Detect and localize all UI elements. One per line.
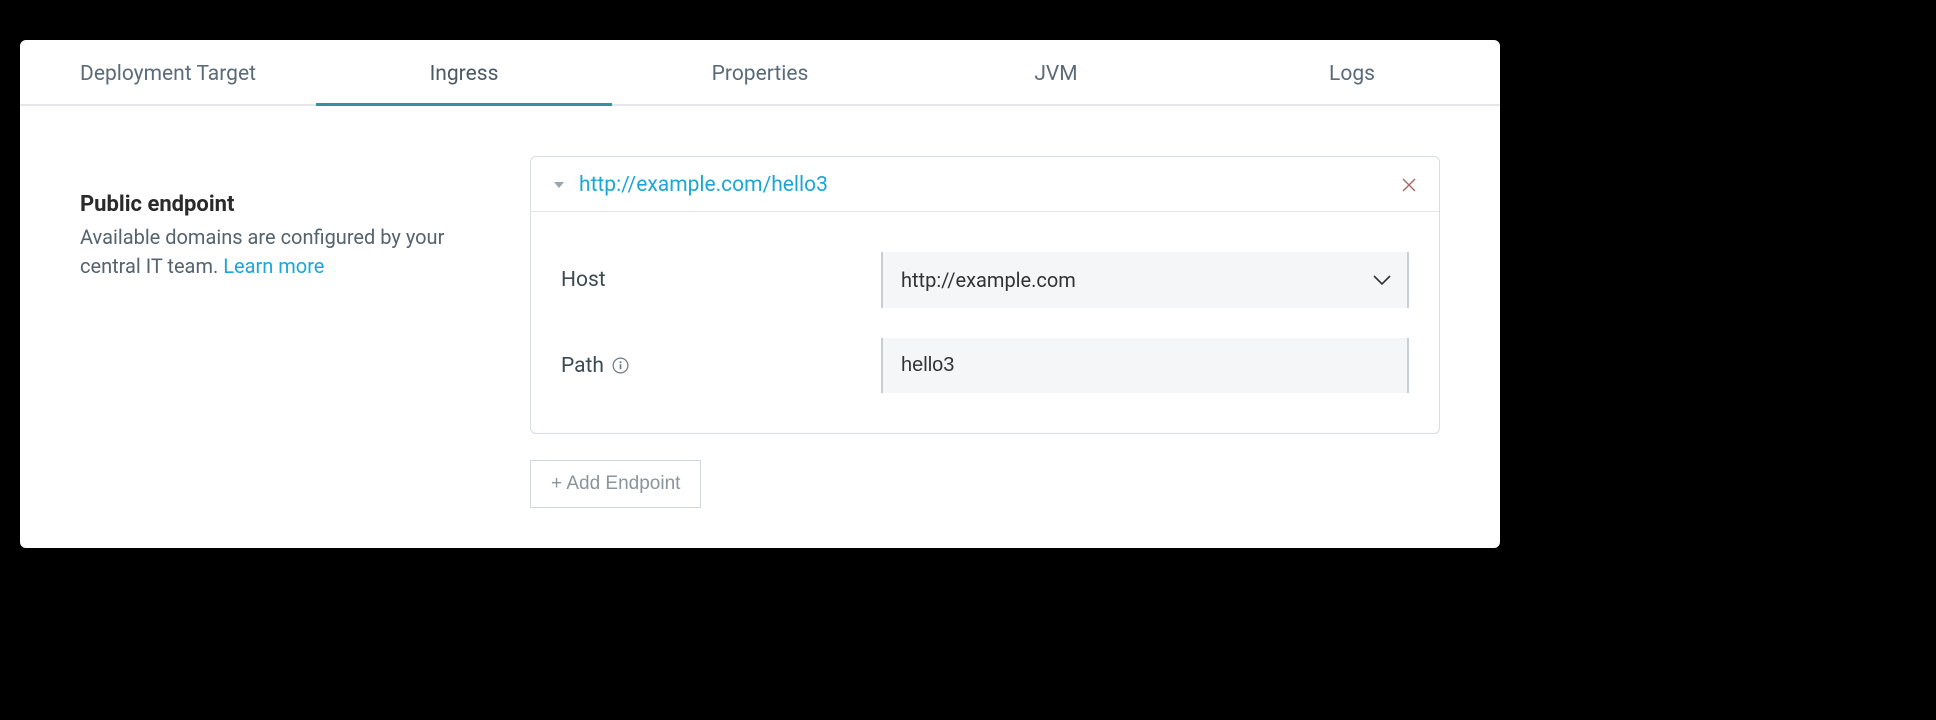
info-icon[interactable]: [612, 357, 629, 374]
host-row: Host http://example.com: [561, 252, 1409, 308]
tab-ingress[interactable]: Ingress: [316, 40, 612, 104]
section-title: Public endpoint: [80, 192, 510, 217]
endpoint-column: http://example.com/hello3 Host http://ex…: [530, 156, 1440, 508]
endpoint-card: http://example.com/hello3 Host http://ex…: [530, 156, 1440, 434]
tab-jvm[interactable]: JVM: [908, 40, 1204, 104]
endpoint-body: Host http://example.com Pat: [531, 212, 1439, 433]
add-endpoint-button[interactable]: + Add Endpoint: [530, 460, 701, 508]
endpoint-header: http://example.com/hello3: [531, 157, 1439, 212]
tab-properties[interactable]: Properties: [612, 40, 908, 104]
path-control: [881, 338, 1409, 393]
tab-deployment-target[interactable]: Deployment Target: [20, 40, 316, 104]
path-label: Path: [561, 354, 881, 378]
endpoint-url-link[interactable]: http://example.com/hello3: [579, 173, 1401, 197]
host-select[interactable]: http://example.com: [881, 252, 1409, 308]
close-icon[interactable]: [1401, 177, 1417, 193]
settings-panel: Deployment Target Ingress Properties JVM…: [20, 40, 1500, 548]
section-info: Public endpoint Available domains are co…: [80, 156, 510, 281]
path-label-text: Path: [561, 354, 604, 378]
tab-content: Public endpoint Available domains are co…: [20, 106, 1500, 548]
path-row: Path: [561, 338, 1409, 393]
host-control: http://example.com: [881, 252, 1409, 308]
tab-bar: Deployment Target Ingress Properties JVM…: [20, 40, 1500, 106]
learn-more-link[interactable]: Learn more: [223, 254, 324, 278]
path-input[interactable]: [881, 338, 1409, 393]
host-label: Host: [561, 268, 881, 292]
tab-logs[interactable]: Logs: [1204, 40, 1500, 104]
section-description: Available domains are configured by your…: [80, 223, 510, 281]
chevron-down-icon[interactable]: [553, 180, 565, 190]
